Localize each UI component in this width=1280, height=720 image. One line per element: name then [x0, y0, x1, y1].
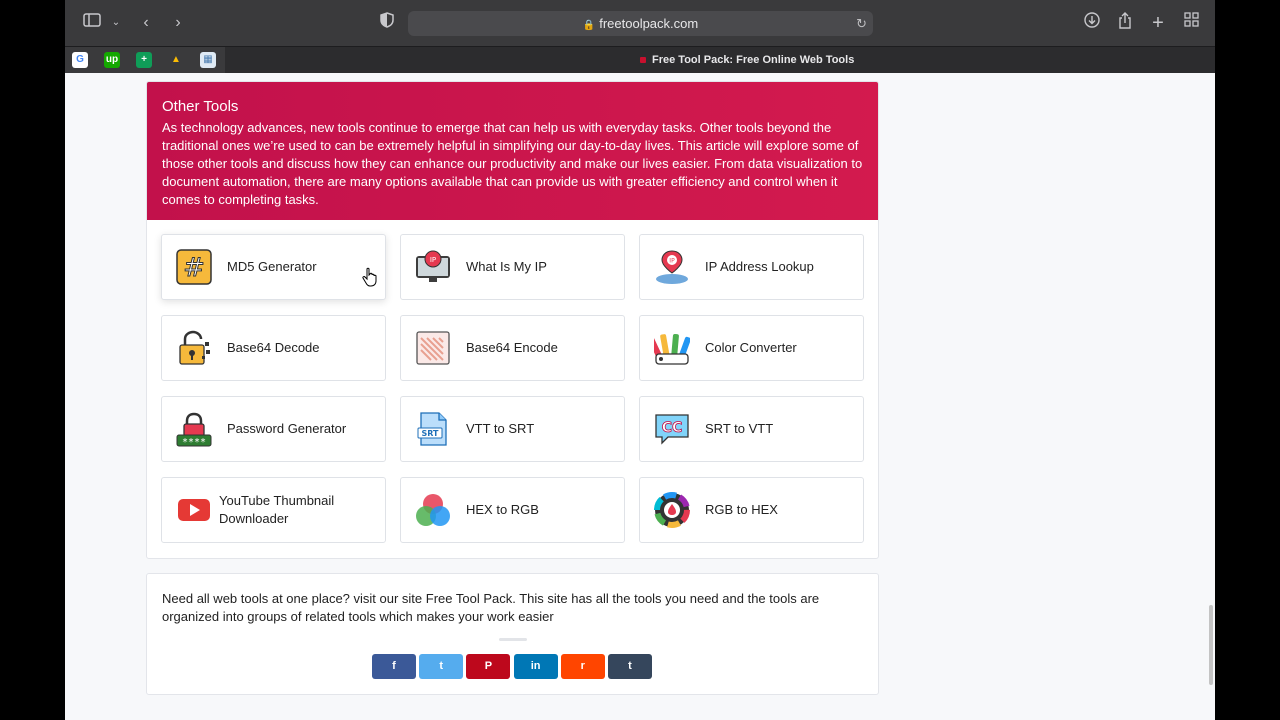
cc-bubble-icon: CC — [654, 411, 690, 447]
svg-text:#: # — [183, 253, 205, 283]
info-text: Need all web tools at one place? visit o… — [162, 591, 820, 624]
tool-label: RGB to HEX — [705, 502, 778, 517]
new-tab-icon[interactable]: + — [1147, 12, 1169, 34]
tool-card-rgb-to-hex[interactable]: RGB to HEX — [639, 477, 864, 543]
rgb-circles-icon — [415, 492, 451, 528]
share-icon[interactable] — [1114, 12, 1136, 34]
tool-card-ip-address-lookup[interactable]: IP IP Address Lookup — [639, 234, 864, 300]
tab-overview-icon[interactable] — [1180, 12, 1202, 34]
favorite-sheets-icon[interactable]: + — [136, 52, 152, 68]
tool-label: What Is My IP — [466, 259, 547, 274]
tool-card-what-is-my-ip[interactable]: IP What Is My IP — [400, 234, 625, 300]
other-tools-card: Other Tools As technology advances, new … — [146, 81, 879, 559]
tool-card-youtube-thumbnail-downloader[interactable]: YouTube Thumbnail Downloader — [161, 477, 386, 543]
back-icon[interactable]: ‹ — [135, 12, 157, 34]
section-description: As technology advances, new tools contin… — [162, 120, 863, 207]
ip-monitor-icon: IP — [415, 249, 451, 285]
other-tools-hero: Other Tools As technology advances, new … — [147, 82, 878, 220]
share-twitter-button[interactable]: t — [419, 654, 464, 679]
tab-title-text: Free Tool Pack: Free Online Web Tools — [652, 54, 855, 66]
favorite-google-icon[interactable]: G — [72, 52, 88, 68]
svg-text:IP: IP — [669, 258, 675, 265]
share-linkedin-button[interactable]: in — [513, 654, 558, 679]
tool-card-hex-to-rgb[interactable]: HEX to RGB — [400, 477, 625, 543]
browser-window: ⌄ ‹ › 🔒 freetoolpack.com ↻ + Gup + ▲ ▦ Free … — [65, 0, 1215, 720]
tool-label: YouTube Thumbnail Downloader — [219, 493, 335, 526]
tool-label: Base64 Encode — [466, 340, 558, 355]
tool-card-vtt-to-srt[interactable]: SRT VTT to SRT — [400, 396, 625, 462]
image-pattern-icon — [415, 330, 451, 366]
youtube-icon — [176, 492, 212, 528]
left-letterbox — [0, 0, 65, 720]
info-card: Need all web tools at one place? visit o… — [146, 573, 879, 695]
shield-icon[interactable] — [376, 12, 398, 34]
page-scrollbar[interactable] — [1209, 605, 1213, 685]
active-tab[interactable]: Free Tool Pack: Free Online Web Tools — [640, 47, 854, 74]
favorite-upwork-icon[interactable]: up — [104, 52, 120, 68]
sidebar-icon[interactable] — [81, 12, 103, 34]
divider — [499, 638, 527, 641]
url-text: freetoolpack.com — [599, 16, 699, 31]
password-lock-icon: **** — [176, 411, 212, 448]
padlock-open-icon — [176, 330, 212, 366]
tool-label: Base64 Decode — [227, 340, 320, 355]
hash-icon: # — [176, 249, 212, 285]
svg-text:IP: IP — [430, 256, 436, 264]
address-bar[interactable]: 🔒 freetoolpack.com ↻ — [408, 11, 873, 36]
ip-location-icon: IP — [654, 249, 690, 285]
right-letterbox — [1215, 0, 1280, 720]
tool-card-base64-encode[interactable]: Base64 Encode — [400, 315, 625, 381]
favorite-drive-icon[interactable]: ▲ — [168, 52, 184, 68]
tool-label: Color Converter — [705, 340, 797, 355]
browser-toolbar: ⌄ ‹ › 🔒 freetoolpack.com ↻ + — [65, 0, 1215, 46]
tab-bar: Gup + ▲ ▦ Free Tool Pack: Free Online Web T… — [65, 46, 1215, 74]
tool-label: IP Address Lookup — [705, 259, 814, 274]
tool-label: SRT to VTT — [705, 421, 774, 436]
svg-text:CC: CC — [662, 420, 683, 436]
tool-label: VTT to SRT — [466, 421, 535, 436]
tab-favicon — [640, 57, 646, 64]
share-pinterest-button[interactable]: P — [466, 654, 511, 679]
tool-card-srt-to-vtt[interactable]: CC SRT to VTT — [639, 396, 864, 462]
svg-text:SRT: SRT — [421, 429, 439, 438]
tool-label: MD5 Generator — [227, 259, 317, 274]
chevron-down-icon[interactable]: ⌄ — [105, 12, 127, 34]
download-icon[interactable] — [1081, 12, 1103, 34]
hand-cursor-icon — [362, 267, 377, 287]
tool-card-color-converter[interactable]: Color Converter — [639, 315, 864, 381]
color-wheel-icon — [654, 492, 690, 528]
page-content: Other Tools As technology advances, new … — [65, 73, 1215, 720]
favorites-bar: Gup + ▲ ▦ — [65, 47, 225, 74]
lock-icon: 🔒 — [582, 20, 596, 31]
reload-icon[interactable]: ↻ — [856, 11, 867, 36]
svg-text:****: **** — [182, 437, 206, 447]
tool-label: Password Generator — [227, 421, 347, 436]
tool-label: HEX to RGB — [466, 502, 539, 517]
section-title: Other Tools — [162, 98, 239, 115]
tool-card-md5-generator[interactable]: # MD5 Generator — [161, 234, 386, 300]
color-swatch-icon — [648, 330, 691, 366]
share-tumblr-button[interactable]: t — [608, 654, 652, 679]
tool-card-password-generator[interactable]: **** Password Generator — [161, 396, 386, 462]
tool-card-base64-decode[interactable]: Base64 Decode — [161, 315, 386, 381]
favorite-app-icon[interactable]: ▦ — [200, 52, 216, 68]
forward-icon[interactable]: › — [167, 12, 189, 34]
share-facebook-button[interactable]: f — [372, 654, 416, 679]
share-reddit-button[interactable]: r — [560, 654, 605, 679]
srt-file-icon: SRT — [415, 411, 451, 447]
